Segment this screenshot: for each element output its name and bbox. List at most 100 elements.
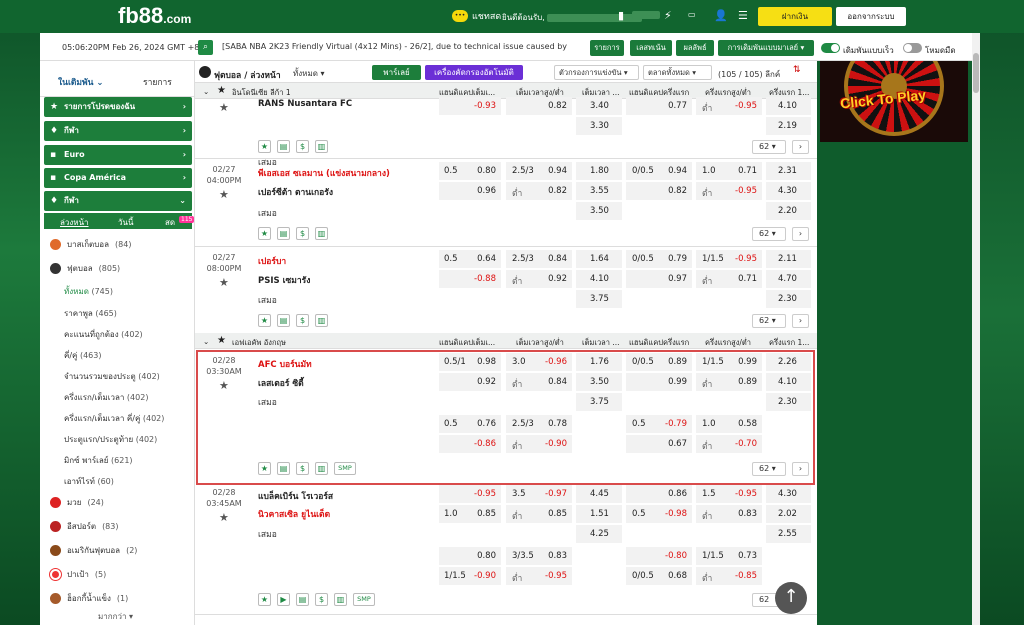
result-button[interactable]: เลสทเน้น: [630, 40, 672, 56]
tab-today[interactable]: วันนี้: [118, 216, 133, 229]
refresh-icon[interactable]: ⚡: [664, 9, 672, 22]
sort-icon[interactable]: ⇅: [793, 65, 801, 75]
dollar-icon[interactable]: $: [296, 227, 309, 240]
sport-american-football[interactable]: อเมริกันฟุตบอล (2): [50, 544, 137, 557]
favorite-star-icon[interactable]: ★: [219, 188, 229, 201]
odds-cell[interactable]: 0.82: [626, 182, 692, 200]
odds-cell[interactable]: 3.30: [576, 117, 622, 135]
odds-cell[interactable]: 1.0 0.85: [439, 505, 501, 523]
odds-type-dropdown[interactable]: การเดิมพันแบบมาเลย์ ▾: [718, 40, 814, 56]
quick-bet-toggle[interactable]: [821, 43, 840, 53]
league-header[interactable]: ⌄ ★ เอฟเอคัพ อังกฤษ แฮนดิแคปเต็มเ... เต็…: [195, 333, 817, 349]
odds-cell[interactable]: ต่ำ -0.95: [696, 97, 762, 115]
odds-cell[interactable]: 0.86: [626, 485, 692, 503]
odds-cell[interactable]: ต่ำ 0.82: [506, 182, 572, 200]
odds-cell[interactable]: 2.20: [766, 202, 811, 220]
more-markets-button[interactable]: 62 ▾: [752, 227, 786, 241]
scroll-to-top-button[interactable]: ↑: [775, 582, 807, 614]
odds-cell[interactable]: 2.5/3 0.94: [506, 162, 572, 180]
sidebar-copa[interactable]: ▪ Copa América ›: [44, 168, 192, 188]
odds-cell[interactable]: 4.45: [576, 485, 622, 503]
wallet-icon[interactable]: ▮: [618, 9, 624, 22]
odds-cell[interactable]: 0.96: [439, 182, 501, 200]
live-chat[interactable]: ••• แชทสด: [452, 9, 501, 23]
odds-cell[interactable]: 4.70: [766, 270, 811, 288]
smp-button[interactable]: SMP: [353, 593, 375, 606]
odds-cell[interactable]: 1.64: [576, 250, 622, 268]
market-ht-ft-odd-even[interactable]: ครึ่งแรก/เต็มเวลา คี่/คู่ (402): [64, 412, 164, 425]
odds-cell[interactable]: 2.30: [766, 290, 811, 308]
dollar-icon[interactable]: $: [315, 593, 328, 606]
sport-soccer[interactable]: ฟุตบอล (805): [50, 262, 120, 275]
stats-board-icon[interactable]: ▤: [296, 593, 309, 606]
market-mix-parlay[interactable]: มิกซ์ พาร์เลย์ (621): [64, 454, 133, 467]
odds-cell[interactable]: 2.5/3 0.84: [506, 250, 572, 268]
odds-cell[interactable]: 0.77: [626, 97, 692, 115]
play-icon[interactable]: ▶: [277, 593, 290, 606]
tab-my-bets[interactable]: ในเดิมพัน ⌄: [58, 75, 104, 89]
sidebar-sports-active[interactable]: ♦ กีฬา ⌄: [44, 191, 192, 211]
sport-esports[interactable]: อีสปอร์ต (83): [50, 520, 118, 533]
favorite-star-icon[interactable]: ★: [219, 101, 229, 114]
market-pool[interactable]: ราคาพูล (465): [64, 307, 117, 320]
odds-cell[interactable]: 0.5 0.80: [439, 162, 501, 180]
odds-cell[interactable]: 3.5 -0.97: [506, 485, 572, 503]
odds-cell[interactable]: ต่ำ -0.95: [696, 182, 762, 200]
odds-cell[interactable]: ต่ำ 0.83: [696, 505, 762, 523]
odds-cell[interactable]: ต่ำ -0.95: [506, 567, 572, 585]
stats-board-icon[interactable]: ▤: [277, 227, 290, 240]
odds-cell[interactable]: ต่ำ -0.85: [696, 567, 762, 585]
market-outright[interactable]: เอาท์ไรท์ (60): [64, 475, 114, 488]
odds-cell[interactable]: 1/1.5 0.73: [696, 547, 762, 565]
odds-cell[interactable]: -0.88: [439, 270, 501, 288]
logo[interactable]: fb88.com: [118, 3, 191, 29]
casino-banner[interactable]: Click To Play: [820, 61, 968, 142]
odds-cell[interactable]: 4.30: [766, 182, 811, 200]
odds-cell[interactable]: 1/1.5 -0.95: [696, 250, 762, 268]
odds-cell[interactable]: 0.5 -0.98: [626, 505, 692, 523]
odds-cell[interactable]: 0/0.5 0.94: [626, 162, 692, 180]
more-markets-button[interactable]: 62 ▾: [752, 140, 786, 154]
odds-cell[interactable]: 3.50: [576, 202, 622, 220]
favorite-star-icon[interactable]: ★: [219, 511, 229, 524]
page-scrollbar[interactable]: [972, 33, 980, 625]
market-ht-ft[interactable]: ครึ่งแรก/เต็มเวลา (402): [64, 391, 148, 404]
odds-cell[interactable]: 0.5 0.64: [439, 250, 501, 268]
favorite-icon[interactable]: ★: [258, 593, 271, 606]
odds-cell[interactable]: 3.75: [576, 290, 622, 308]
odds-cell[interactable]: ต่ำ 0.85: [506, 505, 572, 523]
odds-cell[interactable]: 0.82: [506, 97, 572, 115]
parlay-button[interactable]: พาร์เลย์: [372, 65, 421, 80]
odds-cell[interactable]: 2.02: [766, 505, 811, 523]
sport-basketball[interactable]: บาสเก็ตบอล (84): [50, 238, 131, 251]
odds-cell[interactable]: 0/0.5 0.68: [626, 567, 692, 585]
next-arrow-button[interactable]: ›: [792, 140, 809, 154]
odds-cell[interactable]: 1.0 0.71: [696, 162, 762, 180]
odds-cell[interactable]: -0.93: [439, 97, 501, 115]
dollar-icon[interactable]: $: [296, 314, 309, 327]
favorite-star-icon[interactable]: ★: [219, 276, 229, 289]
odds-cell[interactable]: ต่ำ 0.92: [506, 270, 572, 288]
odds-cell[interactable]: 1.51: [576, 505, 622, 523]
odds-cell[interactable]: 4.10: [576, 270, 622, 288]
favorite-icon[interactable]: ★: [258, 227, 271, 240]
dollar-icon[interactable]: $: [296, 140, 309, 153]
odds-cell[interactable]: -0.95: [439, 485, 501, 503]
next-arrow-button[interactable]: ›: [792, 314, 809, 328]
scrollbar-thumb[interactable]: [973, 53, 979, 93]
market-correct-score[interactable]: คะแนนที่ถูกต้อง (402): [64, 328, 143, 341]
odds-cell[interactable]: 0.97: [626, 270, 692, 288]
chart-icon[interactable]: ▥: [315, 314, 328, 327]
sidebar-favorites[interactable]: ★ รายการโปรดของฉัน ›: [44, 97, 192, 117]
odds-cell[interactable]: 2.55: [766, 525, 811, 543]
auto-filter-button[interactable]: เครื่องคัดกรองอัตโนมัติ: [425, 65, 523, 80]
odds-cell[interactable]: 3/3.5 0.83: [506, 547, 572, 565]
stats-board-icon[interactable]: ▤: [277, 140, 290, 153]
dark-mode-toggle[interactable]: [903, 43, 922, 53]
market-first-last-goal[interactable]: ประตูแรก/ประตูท้าย (402): [64, 433, 157, 446]
list-button[interactable]: รายการ: [590, 40, 624, 56]
more-markets-button[interactable]: 62 ▾: [752, 314, 786, 328]
favorite-icon[interactable]: ★: [258, 314, 271, 327]
market-odd-even[interactable]: คี่/คู่ (463): [64, 349, 101, 362]
odds-cell[interactable]: 2.19: [766, 117, 811, 135]
